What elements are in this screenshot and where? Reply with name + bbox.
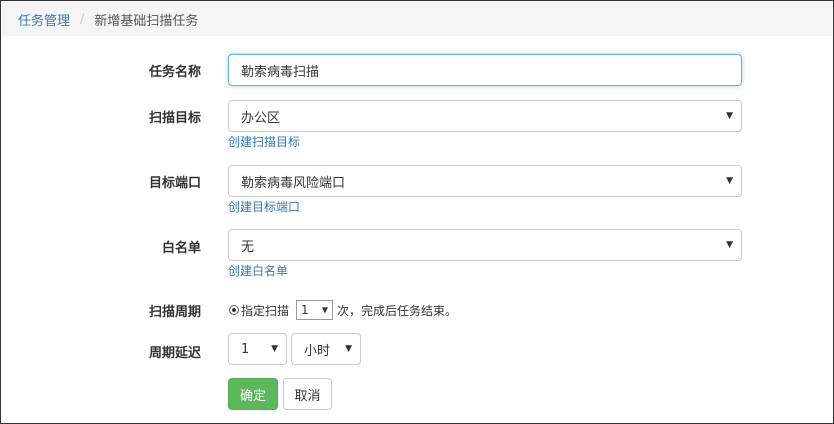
page-frame: 任务管理 / 新增基础扫描任务 任务名称 勒索病毒扫描 扫描目标 办公区 ▼ 创… (0, 0, 834, 424)
target-port-select[interactable]: 勒索病毒风险端口 ▼ (228, 165, 742, 197)
breadcrumb-separator: / (80, 11, 85, 27)
scan-count-value: 1 (301, 303, 309, 317)
create-target-port-link[interactable]: 创建目标端口 (228, 198, 300, 215)
scan-count-select[interactable]: 1 ▼ (296, 300, 333, 320)
delay-unit-value: 小时 (304, 343, 331, 359)
chevron-down-icon: ▼ (726, 240, 733, 250)
delay-unit-select[interactable]: 小时 ▼ (291, 333, 361, 365)
task-name-input[interactable]: 勒索病毒扫描 (228, 54, 742, 86)
cancel-button[interactable]: 取消 (283, 378, 332, 410)
cycle-delay-label: 周期延迟 (148, 346, 201, 361)
whitelist-select[interactable]: 无 ▼ (228, 229, 742, 261)
scan-cycle-label: 扫描周期 (148, 305, 201, 320)
breadcrumb: 任务管理 / 新增基础扫描任务 (2, 2, 832, 36)
task-name-value: 勒索病毒扫描 (241, 64, 320, 80)
whitelist-value: 无 (241, 239, 255, 255)
scan-cycle-prefix: 指定扫描 (241, 304, 290, 318)
breadcrumb-current: 新增基础扫描任务 (94, 13, 199, 29)
delay-amount-select[interactable]: 1 ▼ (228, 333, 287, 365)
delay-amount-value: 1 (241, 341, 250, 357)
chevron-down-icon: ▼ (345, 344, 352, 354)
breadcrumb-task-management[interactable]: 任务管理 (18, 10, 70, 29)
chevron-down-icon: ▼ (271, 344, 278, 354)
scan-target-label: 扫描目标 (148, 111, 201, 126)
chevron-down-icon: ▼ (726, 111, 733, 121)
chevron-down-icon: ▼ (726, 176, 733, 186)
whitelist-label: 白名单 (161, 241, 201, 256)
scan-target-select[interactable]: 办公区 ▼ (228, 100, 742, 132)
scan-target-value: 办公区 (241, 110, 281, 126)
create-whitelist-link[interactable]: 创建白名单 (228, 262, 288, 279)
scan-cycle-radio[interactable] (229, 305, 239, 315)
task-name-label: 任务名称 (148, 65, 201, 80)
create-scan-target-link[interactable]: 创建扫描目标 (228, 133, 300, 150)
target-port-value: 勒索病毒风险端口 (241, 175, 346, 191)
target-port-label: 目标端口 (148, 176, 201, 191)
chevron-down-icon: ▼ (321, 305, 328, 315)
confirm-button[interactable]: 确定 (228, 378, 278, 410)
scan-cycle-suffix: 次，完成后任务结束。 (337, 304, 458, 318)
